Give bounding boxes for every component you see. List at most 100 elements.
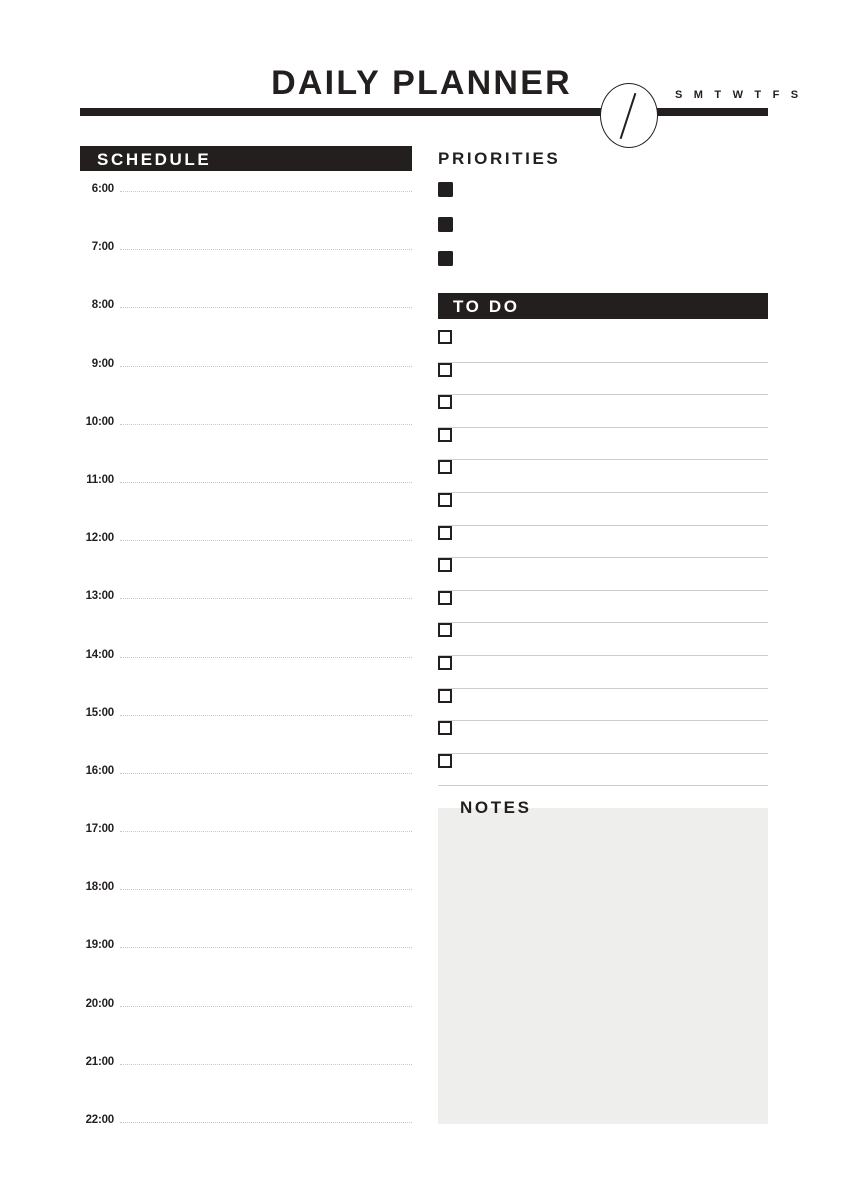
todo-checkbox-icon[interactable] — [438, 688, 452, 703]
todo-checkbox-icon[interactable] — [438, 492, 452, 507]
todo-input[interactable] — [462, 591, 768, 615]
schedule-heading: SCHEDULE — [97, 150, 212, 169]
todo-input[interactable] — [462, 689, 768, 713]
todo-input[interactable] — [462, 526, 768, 550]
page-header: DAILY PLANNER S M T W T F S — [80, 55, 798, 148]
schedule-row: 7:00 — [80, 238, 412, 296]
todo-checkbox-icon[interactable] — [438, 623, 452, 638]
schedule-row: 19:00 — [80, 936, 412, 994]
schedule-time-label: 18:00 — [85, 881, 115, 894]
todo-row — [438, 395, 768, 428]
schedule-entry-line[interactable] — [120, 947, 412, 949]
page-title: DAILY PLANNER — [271, 64, 572, 102]
priority-input[interactable] — [462, 217, 768, 232]
schedule-row: 12:00 — [80, 529, 412, 587]
priority-checkbox-filled-icon[interactable] — [438, 216, 453, 232]
schedule-entry-line[interactable] — [120, 191, 412, 193]
todo-input[interactable] — [462, 395, 768, 419]
notes-input-area[interactable] — [460, 826, 750, 1106]
schedule-entry-line[interactable] — [120, 1063, 412, 1066]
schedule-entry-line[interactable] — [120, 540, 412, 542]
schedule-row: 22:00 — [80, 1111, 412, 1169]
schedule-row: 11:00 — [80, 471, 412, 529]
slash-icon — [619, 92, 637, 140]
todo-checkbox-icon[interactable] — [438, 395, 452, 410]
todo-row — [438, 590, 768, 624]
priority-row — [438, 182, 768, 217]
todo-row — [438, 330, 768, 363]
todo-input[interactable] — [462, 330, 768, 354]
schedule-entry-line[interactable] — [120, 481, 412, 484]
schedule-entry-line[interactable] — [120, 889, 412, 891]
schedule-entry-line[interactable] — [120, 307, 412, 309]
header-divider-rule — [80, 108, 768, 116]
schedule-entry-line[interactable] — [120, 714, 412, 717]
todo-row — [438, 753, 768, 787]
schedule-row: 16:00 — [80, 762, 412, 820]
schedule-entry-line[interactable] — [120, 1005, 412, 1008]
priority-input[interactable] — [462, 182, 768, 197]
schedule-time-label: 14:00 — [85, 648, 115, 661]
todo-row — [438, 525, 768, 559]
weekday-selector[interactable]: S M T W T F S — [675, 89, 802, 101]
schedule-row: 21:00 — [80, 1053, 412, 1111]
schedule-row: 13:00 — [80, 587, 412, 645]
todo-checkbox-icon[interactable] — [438, 721, 452, 736]
priority-checkbox-filled-icon[interactable] — [438, 182, 453, 197]
schedule-time-label: 20:00 — [85, 997, 115, 1010]
schedule-entry-line[interactable] — [120, 365, 412, 368]
schedule-time-label: 15:00 — [85, 706, 115, 719]
todo-input[interactable] — [462, 721, 768, 745]
priority-checkbox-filled-icon[interactable] — [438, 251, 453, 266]
schedule-time-label: 13:00 — [85, 590, 115, 603]
todo-row — [438, 655, 768, 689]
schedule-row: 20:00 — [80, 995, 412, 1053]
schedule-time-label: 12:00 — [85, 532, 115, 545]
schedule-time-label: 19:00 — [85, 939, 115, 952]
schedule-row: 6:00 — [80, 180, 412, 238]
todo-input[interactable] — [462, 754, 768, 778]
todo-input[interactable] — [462, 493, 768, 517]
schedule-time-label: 11:00 — [86, 473, 114, 486]
todo-row — [438, 460, 768, 493]
todo-checkbox-icon[interactable] — [438, 362, 452, 377]
todo-checkbox-icon[interactable] — [438, 753, 452, 768]
todo-checkbox-icon[interactable] — [438, 590, 452, 605]
priorities-list — [438, 182, 768, 286]
date-field-circle[interactable] — [600, 83, 658, 148]
todo-list — [438, 330, 768, 787]
priority-row — [438, 251, 768, 286]
todo-checkbox-icon[interactable] — [438, 330, 452, 344]
todo-row — [438, 688, 768, 722]
schedule-entry-line[interactable] — [120, 656, 412, 659]
schedule-entry-line[interactable] — [120, 249, 412, 251]
schedule-entry-line[interactable] — [120, 772, 412, 775]
schedule-time-label: 22:00 — [85, 1114, 115, 1126]
todo-input[interactable] — [462, 558, 768, 582]
todo-row — [438, 362, 768, 396]
todo-checkbox-icon[interactable] — [438, 558, 452, 573]
schedule-time-label: 6:00 — [91, 183, 114, 195]
schedule-entry-line[interactable] — [120, 831, 412, 833]
schedule-time-label: 8:00 — [91, 299, 114, 312]
schedule-entry-line[interactable] — [120, 423, 412, 426]
schedule-row: 18:00 — [80, 878, 412, 936]
todo-checkbox-icon[interactable] — [438, 525, 452, 540]
todo-checkbox-icon[interactable] — [438, 460, 452, 475]
schedule-time-label: 10:00 — [85, 415, 115, 428]
todo-checkbox-icon[interactable] — [438, 655, 452, 670]
todo-input[interactable] — [462, 363, 768, 387]
priority-input[interactable] — [462, 251, 768, 266]
todo-input[interactable] — [462, 428, 768, 452]
todo-checkbox-icon[interactable] — [438, 427, 452, 442]
todo-input[interactable] — [462, 460, 768, 484]
todo-row — [438, 492, 768, 526]
schedule-row: 8:00 — [80, 296, 412, 354]
schedule-row: 17:00 — [80, 820, 412, 878]
schedule-entry-line[interactable] — [120, 598, 412, 600]
todo-input[interactable] — [462, 623, 768, 647]
todo-input[interactable] — [462, 656, 768, 680]
schedule-time-label: 9:00 — [91, 357, 114, 370]
notes-heading: NOTES — [460, 798, 532, 817]
schedule-entry-line[interactable] — [120, 1122, 412, 1124]
